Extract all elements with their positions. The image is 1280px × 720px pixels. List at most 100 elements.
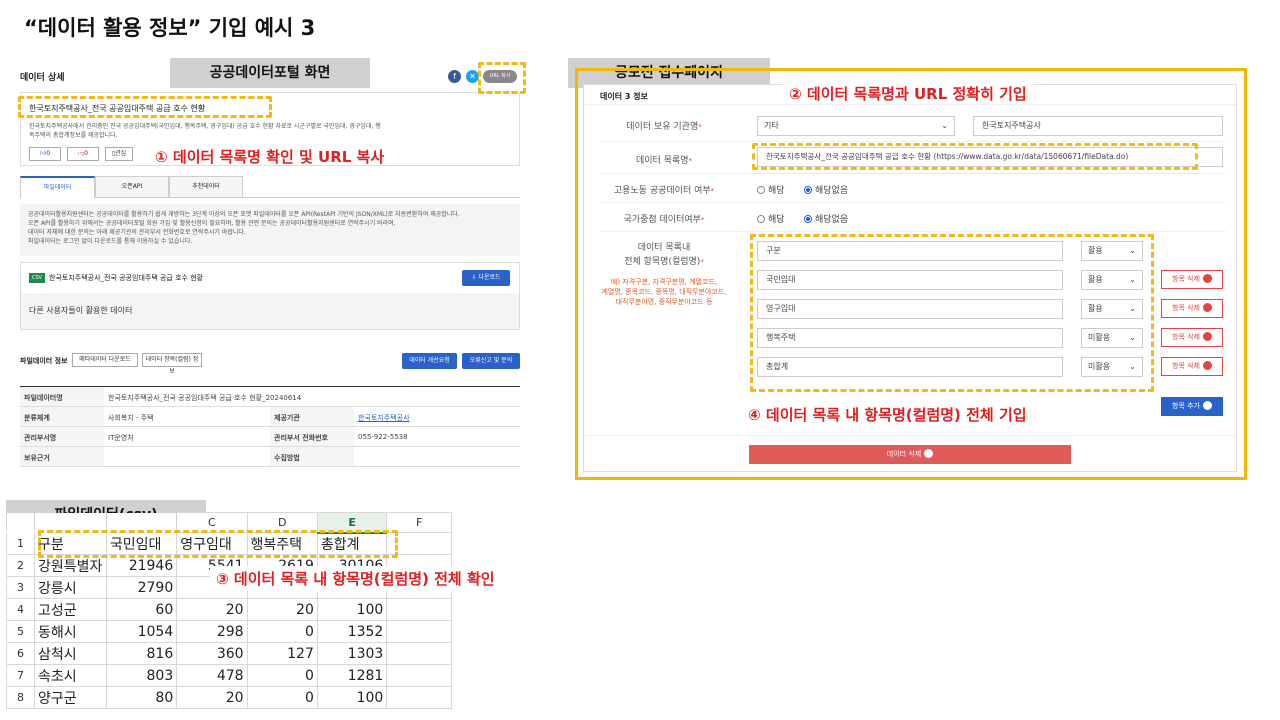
file-name: 한국토지주택공사_전국 공공임대주택 공급 호수 현황 [49, 274, 204, 282]
chevron-down-icon: ⌄ [941, 121, 948, 130]
cell[interactable]: 60 [105, 598, 178, 621]
portal-screen: 데이터 상세 f ✕ URL 복사 한국토지주택공사_전국 공공임대주택 공급 … [20, 64, 522, 468]
table-row: 6 삼척시 816 360 127 1303 [6, 642, 452, 665]
tab-file-data[interactable]: 파일데이터 [20, 176, 95, 198]
cell[interactable]: 100 [316, 686, 388, 709]
table-row: 보유근거 수집방법 [20, 447, 520, 467]
download-icon: ⇩ [471, 274, 477, 281]
improve-request-button[interactable]: 데이터 개선요청 [402, 353, 457, 369]
file-card: CSV 한국토지주택공사_전국 공공임대주택 공급 호수 현황 ⇩ 다운로드 다… [20, 262, 520, 330]
highlight-items [750, 234, 1154, 392]
table-row: 5 동해시 1054 298 0 1352 [6, 620, 452, 643]
annotation-4: ④ 데이터 목록 내 항목명(컬럼명) 전체 기입 [748, 406, 1027, 424]
item-delete-button[interactable]: 항목 삭제 [1161, 328, 1223, 347]
notice-line-1: 공공데이터활용지원센터는 공공데이터를 활용하기 쉽게 개방하는 3단계 이상의… [28, 211, 460, 218]
cell[interactable]: 803 [105, 664, 178, 687]
page-title: “데이터 활용 정보” 기입 예시 3 [24, 16, 316, 40]
cell[interactable]: 816 [105, 642, 178, 665]
cell[interactable]: 강릉시 [34, 576, 107, 599]
cell[interactable]: 양구군 [34, 686, 107, 709]
cell[interactable]: 360 [176, 642, 248, 665]
cell[interactable]: 삼척시 [34, 642, 107, 665]
cell[interactable] [386, 620, 452, 643]
bookmark-button[interactable]: ▯관심 [105, 147, 133, 161]
cell[interactable] [386, 642, 452, 665]
radio-no-label: 해당없음 [815, 215, 849, 225]
item-delete-button[interactable]: 항목 삭제 [1161, 357, 1223, 376]
delete-data-button[interactable]: 데이터 삭제 [749, 445, 1071, 464]
cell[interactable]: 0 [246, 686, 318, 709]
labor-radio-no[interactable]: 해당없음 [804, 183, 848, 196]
cell[interactable]: 127 [246, 642, 318, 665]
table-row: 파일데이터명 한국토지주택공사_전국 공공임대주택 공급 호수 현황_20240… [20, 387, 520, 407]
cell[interactable] [386, 664, 452, 687]
highlight-dataset-title [18, 96, 272, 118]
radio-selected-icon [804, 214, 812, 223]
cell[interactable] [386, 598, 452, 621]
annotation-2: ② 데이터 목록명과 URL 정확히 기입 [789, 85, 1027, 103]
divider [600, 173, 1226, 174]
cell[interactable]: 2790 [105, 576, 178, 599]
notice-box: 공공데이터활용지원센터는 공공데이터를 활용하기 쉽게 개방하는 3단계 이상의… [20, 204, 520, 256]
radio-icon [757, 185, 765, 194]
highlight-list-name [752, 143, 1198, 170]
labor-radio-yes[interactable]: 해당 [757, 183, 785, 196]
cell[interactable]: 고성군 [34, 598, 107, 621]
cell[interactable]: 298 [176, 620, 248, 643]
radio-yes-label: 해당 [768, 215, 785, 225]
cell[interactable]: 속초시 [34, 664, 107, 687]
owner-select[interactable]: 기타 ⌄ [757, 116, 955, 136]
minus-circle-icon [924, 448, 934, 458]
cell[interactable]: 100 [316, 598, 388, 621]
meta-download-button[interactable]: 메타데이터 다운로드 [72, 353, 138, 367]
items-label: 데이터 목록내 전체 항목명(컬럼명)* [624, 243, 704, 267]
cell[interactable]: 0 [246, 620, 318, 643]
highlight-header-row [38, 530, 398, 558]
fileinfo-table: 파일데이터명 한국토지주택공사_전국 공공임대주택 공급 호수 현황_20240… [20, 386, 520, 467]
cell[interactable]: 동해시 [34, 620, 107, 643]
table-row: 8 양구군 80 20 0 100 [6, 686, 452, 709]
national-radio-yes[interactable]: 해당 [757, 212, 785, 225]
cell[interactable]: 478 [176, 664, 248, 687]
labor-data-label: 고용노동 공공데이터 여부* [613, 186, 715, 196]
cell[interactable]: 1303 [316, 642, 388, 665]
cell[interactable]: 20 [246, 598, 318, 621]
like-button[interactable]: 👍︎0 [29, 147, 61, 161]
cell[interactable]: 20 [176, 598, 248, 621]
item-delete-button[interactable]: 항목 삭제 [1161, 299, 1223, 318]
notice-line-4: 파일데이터는 로그인 없이 다운로드를 통해 이용하실 수 있습니다. [28, 238, 193, 245]
cell[interactable]: 1352 [316, 620, 388, 643]
table-row: 관리부서명 IT운영처 관리부서 전화번호 055-922-5538 [20, 427, 520, 447]
facebook-icon[interactable]: f [448, 70, 461, 83]
owner-name-input[interactable]: 한국토지주택공사 [973, 116, 1223, 136]
cell[interactable]: 0 [246, 664, 318, 687]
cell[interactable]: 1054 [105, 620, 178, 643]
item-delete-button[interactable]: 항목 삭제 [1161, 270, 1223, 289]
add-item-button[interactable]: 항목 추가 [1161, 397, 1223, 416]
error-report-button[interactable]: 오류신고 및 문의 [462, 353, 520, 369]
table-row: 분류체계 사회복지 - 주택 제공기관 한국토지주택공사 [20, 407, 520, 427]
others-used-title: 다른 사용자들이 활용한 데이터 [29, 306, 133, 315]
cell[interactable]: 80 [105, 686, 178, 709]
provider-link[interactable]: 한국토지주택공사 [354, 407, 520, 426]
items-example: 예) 자격구분, 자격구분명, 계열코드, 계열명, 종목코드, 종목명, 대직… [601, 278, 727, 306]
dislike-button[interactable]: 👎︎0 [67, 147, 99, 161]
annotation-2-box: ② 데이터 목록명과 URL 정확히 기입 [783, 83, 1033, 104]
cell[interactable]: 20 [176, 686, 248, 709]
download-button[interactable]: ⇩ 다운로드 [462, 270, 510, 286]
item-info-button[interactable]: 데이터 항목(컬럼) 정보 [142, 353, 202, 375]
table-row: 4 고성군 60 20 20 100 [6, 598, 452, 621]
national-data-label: 국가중점 데이터여부* [623, 215, 705, 225]
cell[interactable]: 1281 [316, 664, 388, 687]
national-radio-no[interactable]: 해당없음 [804, 212, 848, 225]
tab-open-api[interactable]: 오픈API [95, 176, 169, 198]
csv-badge: CSV [29, 273, 45, 283]
owner-label: 데이터 보유 기관명* [626, 122, 702, 132]
divider [600, 141, 1226, 142]
tab-divider [243, 197, 520, 198]
annotation-1: ① 데이터 목록명 확인 및 URL 복사 [155, 148, 385, 166]
cell[interactable] [386, 686, 452, 709]
tab-recommended[interactable]: 추천데이터 [169, 176, 243, 198]
annotation-3-box: ③ 데이터 목록 내 항목명(컬럼명) 전체 확인 [210, 566, 501, 591]
radio-selected-icon [804, 185, 812, 194]
